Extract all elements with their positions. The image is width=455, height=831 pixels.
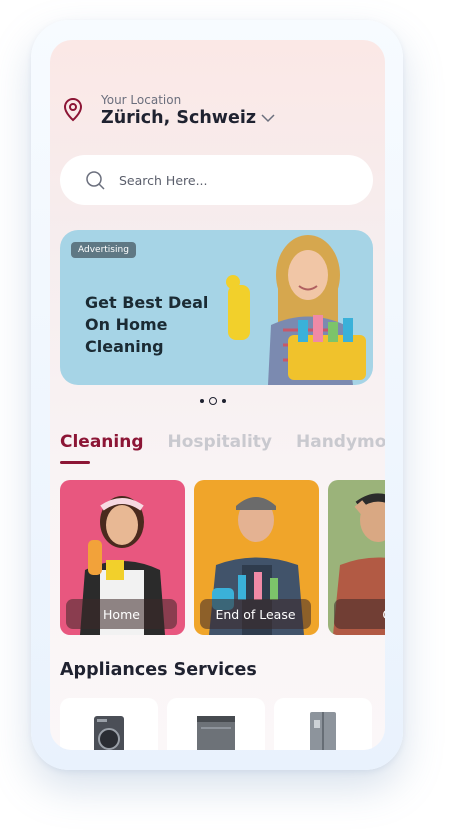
app-screen: Your Location Zürich, Schweiz Advertisin… (50, 40, 385, 750)
refrigerator-icon (310, 712, 336, 750)
active-tab-indicator (60, 461, 90, 464)
service-card-label: Home (66, 599, 177, 629)
tab-hospitality[interactable]: Hospitality (168, 432, 272, 452)
service-card-end-of-lease[interactable]: End of Lease (194, 480, 319, 635)
appliance-card-washing-machine[interactable] (60, 698, 158, 750)
search-bar[interactable] (60, 155, 373, 205)
advertising-badge: Advertising (71, 242, 136, 258)
service-card-label: End of Lease (200, 599, 311, 629)
search-input[interactable] (117, 171, 341, 189)
service-card-home[interactable]: Home (60, 480, 185, 635)
search-icon (86, 171, 105, 190)
chevron-down-icon (261, 114, 275, 123)
carousel-dot[interactable] (222, 399, 226, 403)
appliances-section-title: Appliances Services (60, 660, 257, 680)
service-card-office[interactable]: Of (328, 480, 385, 635)
location-selector[interactable]: Zürich, Schweiz (101, 108, 275, 128)
appliance-card-dishwasher[interactable] (167, 698, 265, 750)
cleaner-woman-image (226, 235, 366, 385)
location-value: Zürich, Schweiz (101, 108, 257, 128)
category-tabs: Cleaning Hospitality Handymo (60, 432, 385, 452)
carousel-indicator[interactable] (200, 397, 226, 405)
carousel-dot[interactable] (200, 399, 204, 403)
location-label: Your Location (101, 93, 182, 107)
appliance-card-refrigerator[interactable] (274, 698, 372, 750)
advertising-banner[interactable]: Advertising Get Best Deal On Home Cleani… (60, 230, 373, 385)
service-card-label: Of (334, 599, 385, 629)
tab-handyman[interactable]: Handymo (296, 432, 385, 452)
location-pin-icon[interactable] (62, 97, 84, 123)
carousel-dot-active[interactable] (209, 397, 217, 405)
dishwasher-icon (197, 716, 235, 750)
washing-machine-icon (94, 716, 124, 750)
tab-cleaning[interactable]: Cleaning (60, 432, 144, 452)
